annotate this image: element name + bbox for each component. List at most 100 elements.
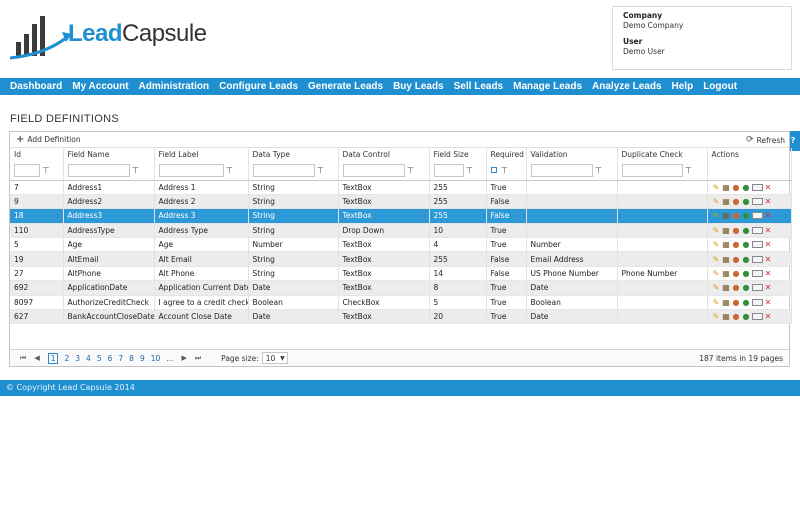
delete-icon[interactable]: ✕ bbox=[764, 183, 773, 192]
user-add-icon[interactable]: ● bbox=[742, 312, 751, 321]
filter-icon[interactable]: ⊤ bbox=[683, 164, 695, 177]
first-page-icon[interactable]: ⏮ bbox=[20, 354, 26, 363]
page-link[interactable]: 4 bbox=[86, 354, 91, 363]
edit-icon[interactable]: ✎ bbox=[712, 269, 721, 278]
page-link[interactable]: 8 bbox=[129, 354, 134, 363]
delete-icon[interactable]: ✕ bbox=[764, 211, 773, 220]
nav-sell-leads[interactable]: Sell Leads bbox=[449, 78, 508, 95]
edit-icon[interactable]: ✎ bbox=[712, 183, 721, 192]
mail-icon[interactable] bbox=[751, 313, 763, 321]
last-page-icon[interactable]: ⏭ bbox=[195, 354, 201, 363]
filter-icon[interactable]: ⊤ bbox=[501, 164, 509, 177]
col-header-duplicate-check[interactable]: Duplicate Check bbox=[617, 148, 708, 161]
nav-analyze-leads[interactable]: Analyze Leads bbox=[587, 78, 666, 95]
delete-icon[interactable]: ✕ bbox=[764, 312, 773, 321]
table-row[interactable]: 692 ApplicationDate Application Current Da… bbox=[10, 280, 792, 296]
filter-input-field-name[interactable] bbox=[67, 163, 130, 177]
mail-icon[interactable] bbox=[751, 241, 763, 249]
user-icon[interactable]: ● bbox=[732, 298, 741, 307]
page-link[interactable]: 10 bbox=[151, 354, 161, 363]
user-add-icon[interactable]: ● bbox=[742, 283, 751, 292]
nav-manage-leads[interactable]: Manage Leads bbox=[508, 78, 587, 95]
table-row[interactable]: 9 Address2 Address 2 String TextBox 255 False ✎… bbox=[10, 194, 792, 209]
delete-icon[interactable]: ✕ bbox=[764, 240, 773, 249]
nav-help[interactable]: Help bbox=[667, 78, 699, 95]
page-link[interactable]: 7 bbox=[118, 354, 123, 363]
nav-administration[interactable]: Administration bbox=[134, 78, 215, 95]
table-row[interactable]: 18 Address3 Address 3 String TextBox 255 False… bbox=[10, 208, 792, 224]
edit-icon[interactable]: ✎ bbox=[712, 312, 721, 321]
copy-icon[interactable]: ▦ bbox=[722, 255, 731, 264]
filter-icon[interactable]: ⊤ bbox=[130, 164, 142, 177]
filter-icon[interactable]: ⊤ bbox=[224, 164, 236, 177]
copy-icon[interactable]: ▦ bbox=[722, 269, 731, 278]
col-header-field-size[interactable]: Field Size bbox=[429, 148, 487, 161]
delete-icon[interactable]: ✕ bbox=[764, 283, 773, 292]
copy-icon[interactable]: ▦ bbox=[722, 240, 731, 249]
delete-icon[interactable]: ✕ bbox=[764, 298, 773, 307]
filter-input-id[interactable] bbox=[14, 163, 40, 177]
filter-input-data-control[interactable] bbox=[342, 163, 405, 177]
copy-icon[interactable]: ▦ bbox=[722, 211, 731, 220]
col-header-required[interactable]: Required bbox=[486, 148, 527, 161]
user-icon[interactable]: ● bbox=[732, 255, 741, 264]
filter-icon[interactable]: ⊤ bbox=[40, 164, 52, 177]
add-definition-button[interactable]: + Add Definition bbox=[16, 134, 81, 144]
filter-input-field-size[interactable] bbox=[433, 163, 464, 177]
user-icon[interactable]: ● bbox=[732, 183, 741, 192]
edit-icon[interactable]: ✎ bbox=[712, 240, 721, 249]
copy-icon[interactable]: ▦ bbox=[722, 197, 731, 206]
current-page[interactable]: 1 bbox=[47, 352, 59, 364]
nav-my-account[interactable]: My Account bbox=[67, 78, 133, 95]
copy-icon[interactable]: ▦ bbox=[722, 226, 731, 235]
edit-icon[interactable]: ✎ bbox=[712, 283, 721, 292]
user-add-icon[interactable]: ● bbox=[742, 183, 751, 192]
mail-icon[interactable] bbox=[751, 226, 763, 234]
col-header-data-control[interactable]: Data Control bbox=[338, 148, 430, 161]
mail-icon[interactable] bbox=[751, 270, 763, 278]
delete-icon[interactable]: ✕ bbox=[764, 226, 773, 235]
filter-checkbox-required[interactable] bbox=[490, 167, 497, 174]
nav-dashboard[interactable]: Dashboard bbox=[5, 78, 67, 95]
next-page-icon[interactable]: ▶ bbox=[181, 354, 186, 362]
delete-icon[interactable]: ✕ bbox=[764, 255, 773, 264]
filter-input-data-type[interactable] bbox=[252, 163, 315, 177]
user-add-icon[interactable]: ● bbox=[742, 298, 751, 307]
user-icon[interactable]: ● bbox=[732, 226, 741, 235]
table-row[interactable]: 5 Age Age Number TextBox 4 True Number ✎ ▦ ● ● ✕ bbox=[10, 237, 792, 252]
col-header-validation[interactable]: Validation bbox=[526, 148, 618, 161]
filter-icon[interactable]: ⊤ bbox=[464, 164, 476, 177]
edit-icon[interactable]: ✎ bbox=[712, 255, 721, 264]
edit-icon[interactable]: ✎ bbox=[712, 298, 721, 307]
mail-icon[interactable] bbox=[751, 198, 763, 206]
page-link[interactable]: 3 bbox=[75, 354, 80, 363]
page-size-select[interactable]: 10 ▼ bbox=[261, 352, 288, 364]
filter-input-field-label[interactable] bbox=[158, 163, 224, 177]
user-add-icon[interactable]: ● bbox=[742, 197, 751, 206]
copy-icon[interactable]: ▦ bbox=[722, 312, 731, 321]
page-link[interactable]: 5 bbox=[97, 354, 102, 363]
user-icon[interactable]: ● bbox=[732, 211, 741, 220]
col-header-field-name[interactable]: Field Name bbox=[63, 148, 155, 161]
edit-icon[interactable]: ✎ bbox=[712, 211, 721, 220]
user-add-icon[interactable]: ● bbox=[742, 211, 751, 220]
page-link[interactable]: 9 bbox=[140, 354, 145, 363]
edit-icon[interactable]: ✎ bbox=[712, 226, 721, 235]
col-header-field-label[interactable]: Field Label bbox=[154, 148, 249, 161]
table-row[interactable]: 110 AddressType Address Type String Drop Dow… bbox=[10, 223, 792, 238]
col-header-id[interactable]: Id bbox=[10, 148, 64, 161]
filter-input-duplicate-check[interactable] bbox=[621, 163, 683, 177]
mail-icon[interactable] bbox=[751, 284, 763, 292]
mail-icon[interactable] bbox=[751, 255, 763, 263]
page-link[interactable]: 2 bbox=[64, 354, 69, 363]
filter-icon[interactable]: ⊤ bbox=[315, 164, 327, 177]
mail-icon[interactable] bbox=[751, 212, 763, 220]
user-icon[interactable]: ● bbox=[732, 197, 741, 206]
prev-page-icon[interactable]: ◀ bbox=[34, 354, 39, 362]
col-header-data-type[interactable]: Data Type bbox=[248, 148, 339, 161]
table-row[interactable]: 8097 AuthorizeCreditCheck I agree to a cre… bbox=[10, 295, 792, 310]
user-add-icon[interactable]: ● bbox=[742, 269, 751, 278]
filter-input-validation[interactable] bbox=[530, 163, 593, 177]
user-add-icon[interactable]: ● bbox=[742, 226, 751, 235]
delete-icon[interactable]: ✕ bbox=[764, 269, 773, 278]
